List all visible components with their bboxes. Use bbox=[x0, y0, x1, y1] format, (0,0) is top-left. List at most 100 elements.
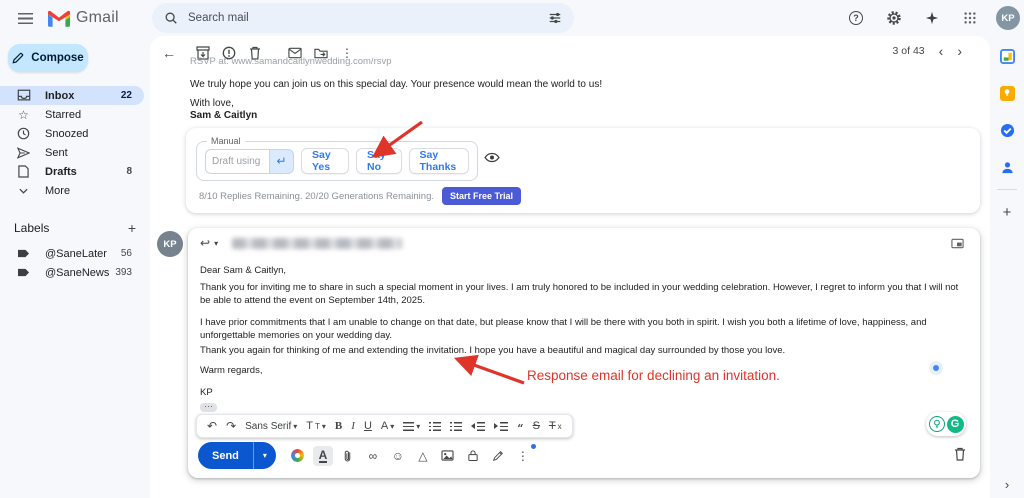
reply-greeting[interactable]: Dear Sam & Caitlyn, bbox=[200, 264, 964, 277]
header-actions: ? KP bbox=[844, 0, 1020, 36]
help-button[interactable]: ? bbox=[844, 6, 868, 30]
sidebar-item-snoozed[interactable]: Snoozed bbox=[0, 124, 144, 143]
underline-button[interactable]: U bbox=[364, 420, 372, 432]
back-button[interactable]: ← bbox=[156, 40, 182, 66]
insert-photo-icon[interactable] bbox=[438, 446, 458, 466]
reply-arrow-icon[interactable]: ↩ bbox=[200, 236, 210, 250]
draft-ai-input[interactable] bbox=[205, 149, 269, 174]
older-button[interactable]: › bbox=[957, 44, 962, 58]
grammarly-icon[interactable]: G bbox=[947, 416, 964, 433]
ai-manual-group: Manual ↵ Say Yes Say No Say Thanks bbox=[196, 141, 478, 181]
compose-button[interactable]: Compose bbox=[8, 44, 88, 72]
italic-button[interactable]: I bbox=[351, 420, 355, 432]
confidential-mode-icon[interactable] bbox=[463, 446, 483, 466]
discard-draft-icon[interactable] bbox=[954, 447, 966, 461]
reply-type-caret-icon[interactable]: ▾ bbox=[214, 239, 218, 248]
grammarly-widget[interactable]: G bbox=[926, 412, 966, 436]
settings-button[interactable] bbox=[882, 6, 906, 30]
redo-icon[interactable]: ↷ bbox=[226, 419, 236, 433]
sidebar-item-sent[interactable]: Sent bbox=[0, 143, 144, 162]
profile-avatar[interactable]: KP bbox=[996, 6, 1020, 30]
sidebar-item-more[interactable]: More bbox=[0, 181, 144, 200]
sidebar-item-inbox[interactable]: Inbox 22 bbox=[0, 86, 144, 105]
ai-assistant-icon[interactable] bbox=[288, 446, 308, 466]
ai-group-legend: Manual bbox=[207, 136, 245, 146]
formatting-toolbar: ↶ ↷ Sans Serif ▾ TT ▾ B I U A ▾ ▾ bbox=[196, 414, 573, 438]
sparkle-icon bbox=[925, 11, 939, 25]
chevron-down-icon: ▾ bbox=[322, 422, 326, 431]
sidebar-item-drafts[interactable]: Drafts 8 bbox=[0, 162, 144, 181]
formatting-options-button[interactable]: A bbox=[313, 446, 333, 466]
attach-file-icon[interactable] bbox=[338, 446, 358, 466]
help-icon: ? bbox=[849, 11, 863, 25]
more-send-options-icon[interactable]: ⋮ bbox=[513, 446, 533, 466]
enter-icon[interactable]: ↵ bbox=[269, 149, 294, 174]
indent-more-button[interactable] bbox=[494, 422, 508, 431]
trimmed-content-button[interactable]: ⋯ bbox=[200, 403, 217, 412]
sidebar-label-sanelater[interactable]: @SaneLater 56 bbox=[0, 244, 144, 263]
email-valediction: With love, bbox=[190, 98, 234, 109]
show-side-panel-icon[interactable]: › bbox=[1005, 477, 1009, 492]
send-options-caret[interactable]: ▾ bbox=[253, 442, 276, 469]
say-thanks-button[interactable]: Say Thanks bbox=[409, 148, 469, 174]
reply-avatar: KP bbox=[157, 231, 183, 257]
remove-formatting-button[interactable]: Tx bbox=[549, 420, 562, 432]
gmail-logo[interactable]: Gmail bbox=[48, 9, 119, 27]
label-tag-icon bbox=[16, 248, 31, 259]
sidebar-item-label: Sent bbox=[45, 147, 68, 159]
quote-button[interactable]: “ bbox=[517, 427, 523, 431]
insert-emoji-icon[interactable]: ☺ bbox=[388, 446, 408, 466]
reply-signature[interactable]: KP bbox=[200, 386, 964, 399]
undo-icon[interactable]: ↶ bbox=[207, 419, 217, 433]
gemini-button[interactable] bbox=[920, 6, 944, 30]
calendar-icon[interactable] bbox=[995, 44, 1019, 68]
star-icon: ☆ bbox=[16, 108, 31, 122]
reply-paragraph[interactable]: I have prior commitments that I am unabl… bbox=[200, 316, 964, 342]
chevron-down-icon: ▾ bbox=[390, 422, 394, 431]
create-label-button[interactable]: + bbox=[128, 220, 136, 236]
label-name: @SaneLater bbox=[45, 248, 107, 260]
gmail-m-icon bbox=[48, 10, 70, 27]
eye-icon[interactable] bbox=[484, 152, 500, 163]
say-no-button[interactable]: Say No bbox=[356, 148, 401, 174]
right-side-panel: + › bbox=[990, 36, 1024, 498]
sidebar-label-sanenews[interactable]: @SaneNews 393 bbox=[0, 263, 144, 282]
apps-button[interactable] bbox=[958, 6, 982, 30]
font-size-button[interactable]: TT ▾ bbox=[306, 420, 326, 432]
bulleted-list-button[interactable] bbox=[450, 422, 462, 431]
search-bar[interactable]: Search mail bbox=[152, 3, 574, 33]
search-input[interactable]: Search mail bbox=[188, 12, 548, 24]
tasks-icon[interactable] bbox=[995, 118, 1019, 142]
reply-paragraph[interactable]: Thank you for inviting me to share in su… bbox=[200, 281, 964, 307]
lightbulb-icon[interactable] bbox=[929, 416, 945, 432]
popout-icon[interactable] bbox=[951, 238, 964, 249]
email-rsvp-line[interactable]: RSVP at: www.samandcaitlynwedding.com/rs… bbox=[190, 56, 392, 67]
search-icon[interactable] bbox=[164, 11, 178, 25]
email-sender-signature: Sam & Caitlyn bbox=[190, 110, 257, 121]
main-menu-button[interactable] bbox=[8, 4, 42, 32]
contacts-icon[interactable] bbox=[995, 155, 1019, 179]
font-family-select[interactable]: Sans Serif ▾ bbox=[245, 421, 297, 432]
reply-paragraph[interactable]: Thank you again for thinking of me and e… bbox=[200, 344, 964, 357]
insert-signature-icon[interactable] bbox=[488, 446, 508, 466]
indent-less-button[interactable] bbox=[471, 422, 485, 431]
say-yes-button[interactable]: Say Yes bbox=[301, 148, 349, 174]
align-button[interactable]: ▾ bbox=[403, 422, 420, 431]
get-addons-button[interactable]: + bbox=[995, 200, 1019, 224]
strikethrough-button[interactable]: S bbox=[533, 420, 540, 432]
bold-button[interactable]: B bbox=[335, 420, 342, 432]
assistant-dot-icon[interactable] bbox=[933, 365, 939, 371]
send-button[interactable]: Send bbox=[198, 442, 253, 469]
insert-link-icon[interactable]: ∞ bbox=[363, 446, 383, 466]
start-free-trial-button[interactable]: Start Free Trial bbox=[442, 187, 521, 205]
newer-button[interactable]: ‹ bbox=[939, 44, 944, 58]
text-color-button[interactable]: A ▾ bbox=[381, 420, 394, 432]
send-button-group[interactable]: Send ▾ bbox=[198, 442, 276, 469]
sidebar-item-starred[interactable]: ☆ Starred bbox=[0, 105, 144, 124]
numbered-list-button[interactable] bbox=[429, 422, 441, 431]
search-options-icon[interactable] bbox=[548, 11, 562, 25]
draft-file-icon bbox=[16, 165, 31, 178]
recipient-field-blurred[interactable] bbox=[232, 238, 402, 249]
insert-from-drive-icon[interactable]: △ bbox=[413, 446, 433, 466]
keep-icon[interactable] bbox=[995, 81, 1019, 105]
